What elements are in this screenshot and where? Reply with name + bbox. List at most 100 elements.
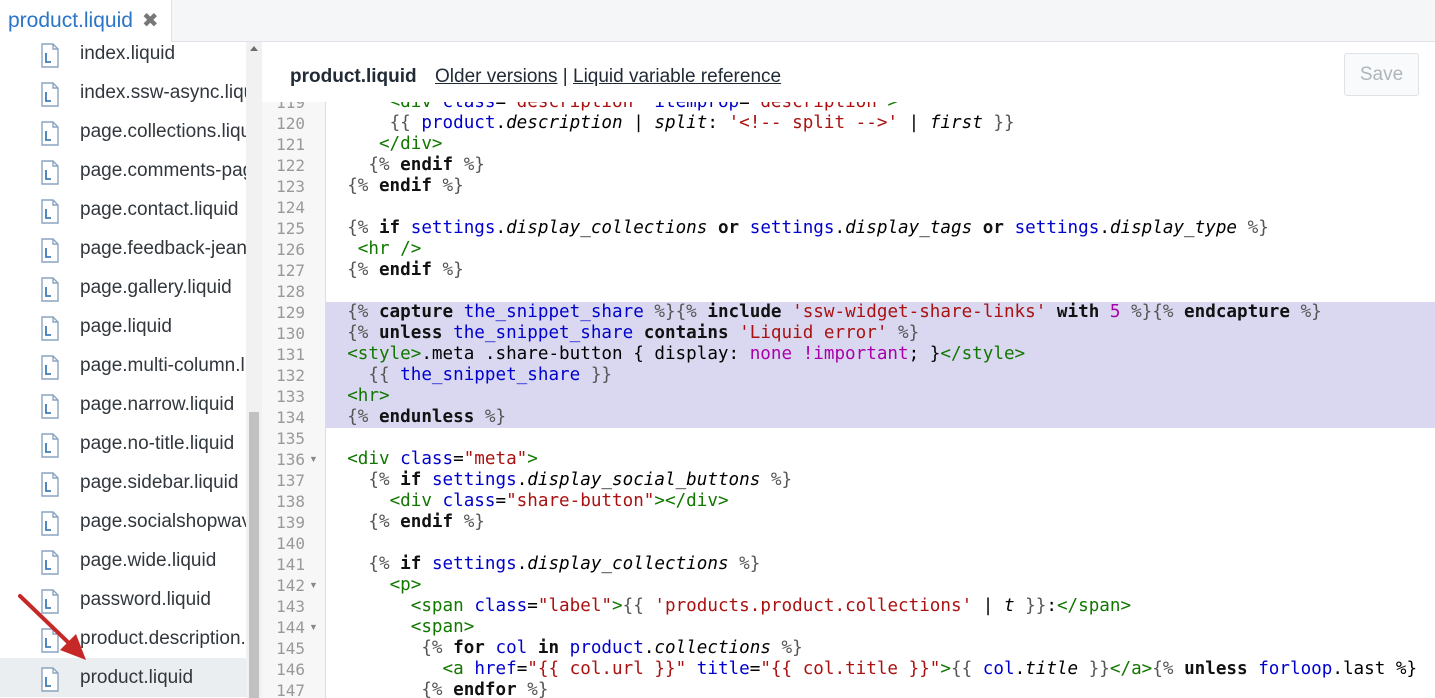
- sidebar-scrollbar[interactable]: [246, 42, 262, 698]
- code-line[interactable]: 143 <span class="label">{{ 'products.pro…: [262, 596, 1435, 617]
- editor-header: product.liquid Older versions | Liquid v…: [262, 42, 1435, 102]
- file-item-label: page.comments-page.liquid: [80, 160, 246, 181]
- code-token: or: [982, 218, 1004, 238]
- file-item[interactable]: page.narrow.liquid: [0, 385, 246, 424]
- file-item[interactable]: page.feedback-jeans.liquid: [0, 229, 246, 268]
- code-line[interactable]: 131 <style>.meta .share-button { display…: [262, 344, 1435, 365]
- older-versions-link[interactable]: Older versions: [435, 66, 558, 87]
- code-token: %}: [484, 407, 507, 427]
- code-line[interactable]: 127 {% endif %}: [262, 260, 1435, 281]
- code-line[interactable]: 146 <a href="{{ col.url }}" title="{{ co…: [262, 659, 1435, 680]
- liquid-file-icon: [41, 277, 59, 302]
- code-line[interactable]: 126 <hr />: [262, 239, 1435, 260]
- code-line[interactable]: 123 {% endif %}: [262, 176, 1435, 197]
- line-number: 134: [276, 408, 305, 427]
- code-line[interactable]: 128: [262, 281, 1435, 302]
- file-item[interactable]: page.liquid: [0, 307, 246, 346]
- liquid-variable-reference-link[interactable]: Liquid variable reference: [573, 66, 781, 87]
- code-line[interactable]: 139 {% endif %}: [262, 512, 1435, 533]
- liquid-file-icon: [41, 355, 59, 380]
- save-button[interactable]: Save: [1344, 53, 1419, 96]
- file-item[interactable]: page.sidebar.liquid: [0, 463, 246, 502]
- code-token: if: [378, 218, 401, 238]
- code-token: the_snippet_share: [400, 365, 581, 385]
- code-token: %}: [463, 512, 485, 532]
- file-item-label: page.liquid: [80, 316, 172, 337]
- code-line[interactable]: 130 {% unless the_snippet_share contains…: [262, 323, 1435, 344]
- file-item[interactable]: page.wide.liquid: [0, 541, 246, 580]
- file-item[interactable]: page.comments-page.liquid: [0, 151, 246, 190]
- code-line[interactable]: 120 {{ product.description | split: '<!-…: [262, 113, 1435, 134]
- scroll-up-arrow-icon[interactable]: [250, 46, 258, 51]
- code-token: 'products.product.collections': [654, 596, 973, 616]
- file-item[interactable]: index.liquid: [0, 42, 246, 73]
- code-line[interactable]: 138 <div class="share-button"></div>: [262, 491, 1435, 512]
- code-line[interactable]: 122 {% endif %}: [262, 155, 1435, 176]
- file-item[interactable]: page.socialshopwave.liquid: [0, 502, 246, 541]
- file-item[interactable]: index.ssw-async.liquid: [0, 73, 246, 112]
- close-icon[interactable]: ✖: [142, 11, 159, 31]
- header-links: Older versions | Liquid variable referen…: [435, 66, 781, 88]
- code-line[interactable]: 145 {% for col in product.collections %}: [262, 638, 1435, 659]
- code-text: <style>.meta .share-button { display: no…: [326, 344, 1435, 365]
- code-token: <span: [410, 596, 464, 616]
- code-editor[interactable]: 119 <div class="description" itemprop="d…: [262, 102, 1435, 698]
- file-item[interactable]: page.collections.liquid: [0, 112, 246, 151]
- scroll-thumb[interactable]: [249, 412, 259, 698]
- code-line[interactable]: 144 ▼ <span>: [262, 617, 1435, 638]
- file-item[interactable]: page.no-title.liquid: [0, 424, 246, 463]
- code-line[interactable]: 119 <div class="description" itemprop="d…: [262, 102, 1435, 113]
- code-line[interactable]: 121 </div>: [262, 134, 1435, 155]
- line-number: 136: [276, 450, 305, 469]
- code-line[interactable]: 134 {% endunless %}: [262, 407, 1435, 428]
- code-token: unless: [1184, 659, 1248, 679]
- code-text: <div class="meta">: [326, 449, 1435, 470]
- code-token: >: [940, 659, 951, 679]
- code-token: {%: [421, 638, 443, 658]
- fold-arrow-icon[interactable]: ▼: [309, 449, 318, 470]
- code-line[interactable]: 135: [262, 428, 1435, 449]
- code-text: {% endif %}: [326, 155, 1435, 176]
- file-item[interactable]: page.contact.liquid: [0, 190, 246, 229]
- code-token: the_snippet_share: [453, 323, 634, 343]
- line-number: 133: [276, 387, 305, 406]
- code-token: settings: [410, 218, 496, 238]
- file-item[interactable]: page.multi-column.liquid: [0, 346, 246, 385]
- tab-product-liquid[interactable]: product.liquid ✖: [0, 0, 172, 42]
- code-token: {{: [368, 365, 390, 385]
- code-line[interactable]: 141 {% if settings.display_collections %…: [262, 554, 1435, 575]
- code-line[interactable]: 124: [262, 197, 1435, 218]
- code-token: class: [400, 449, 454, 469]
- code-line[interactable]: 132 {{ the_snippet_share }}: [262, 365, 1435, 386]
- code-line[interactable]: 125 {% if settings.display_collections o…: [262, 218, 1435, 239]
- code-token: contains: [643, 323, 729, 343]
- liquid-file-icon: [41, 316, 59, 341]
- line-number: 129: [276, 303, 305, 322]
- code-line[interactable]: 140: [262, 533, 1435, 554]
- code-token: =: [527, 596, 538, 616]
- code-line[interactable]: 147 {% endfor %}: [262, 680, 1435, 698]
- code-line[interactable]: 133 <hr>: [262, 386, 1435, 407]
- code-line[interactable]: 142 ▼ <p>: [262, 575, 1435, 596]
- code-token: %}{%: [1131, 302, 1174, 322]
- code-line[interactable]: 137 {% if settings.display_social_button…: [262, 470, 1435, 491]
- file-item[interactable]: page.gallery.liquid: [0, 268, 246, 307]
- fold-arrow-icon[interactable]: ▼: [309, 617, 318, 638]
- code-token: split: [654, 113, 708, 133]
- code-line[interactable]: 136 ▼ <div class="meta">: [262, 449, 1435, 470]
- code-line[interactable]: 129 {% capture the_snippet_share %}{% in…: [262, 302, 1435, 323]
- fold-arrow-icon[interactable]: ▼: [309, 575, 318, 596]
